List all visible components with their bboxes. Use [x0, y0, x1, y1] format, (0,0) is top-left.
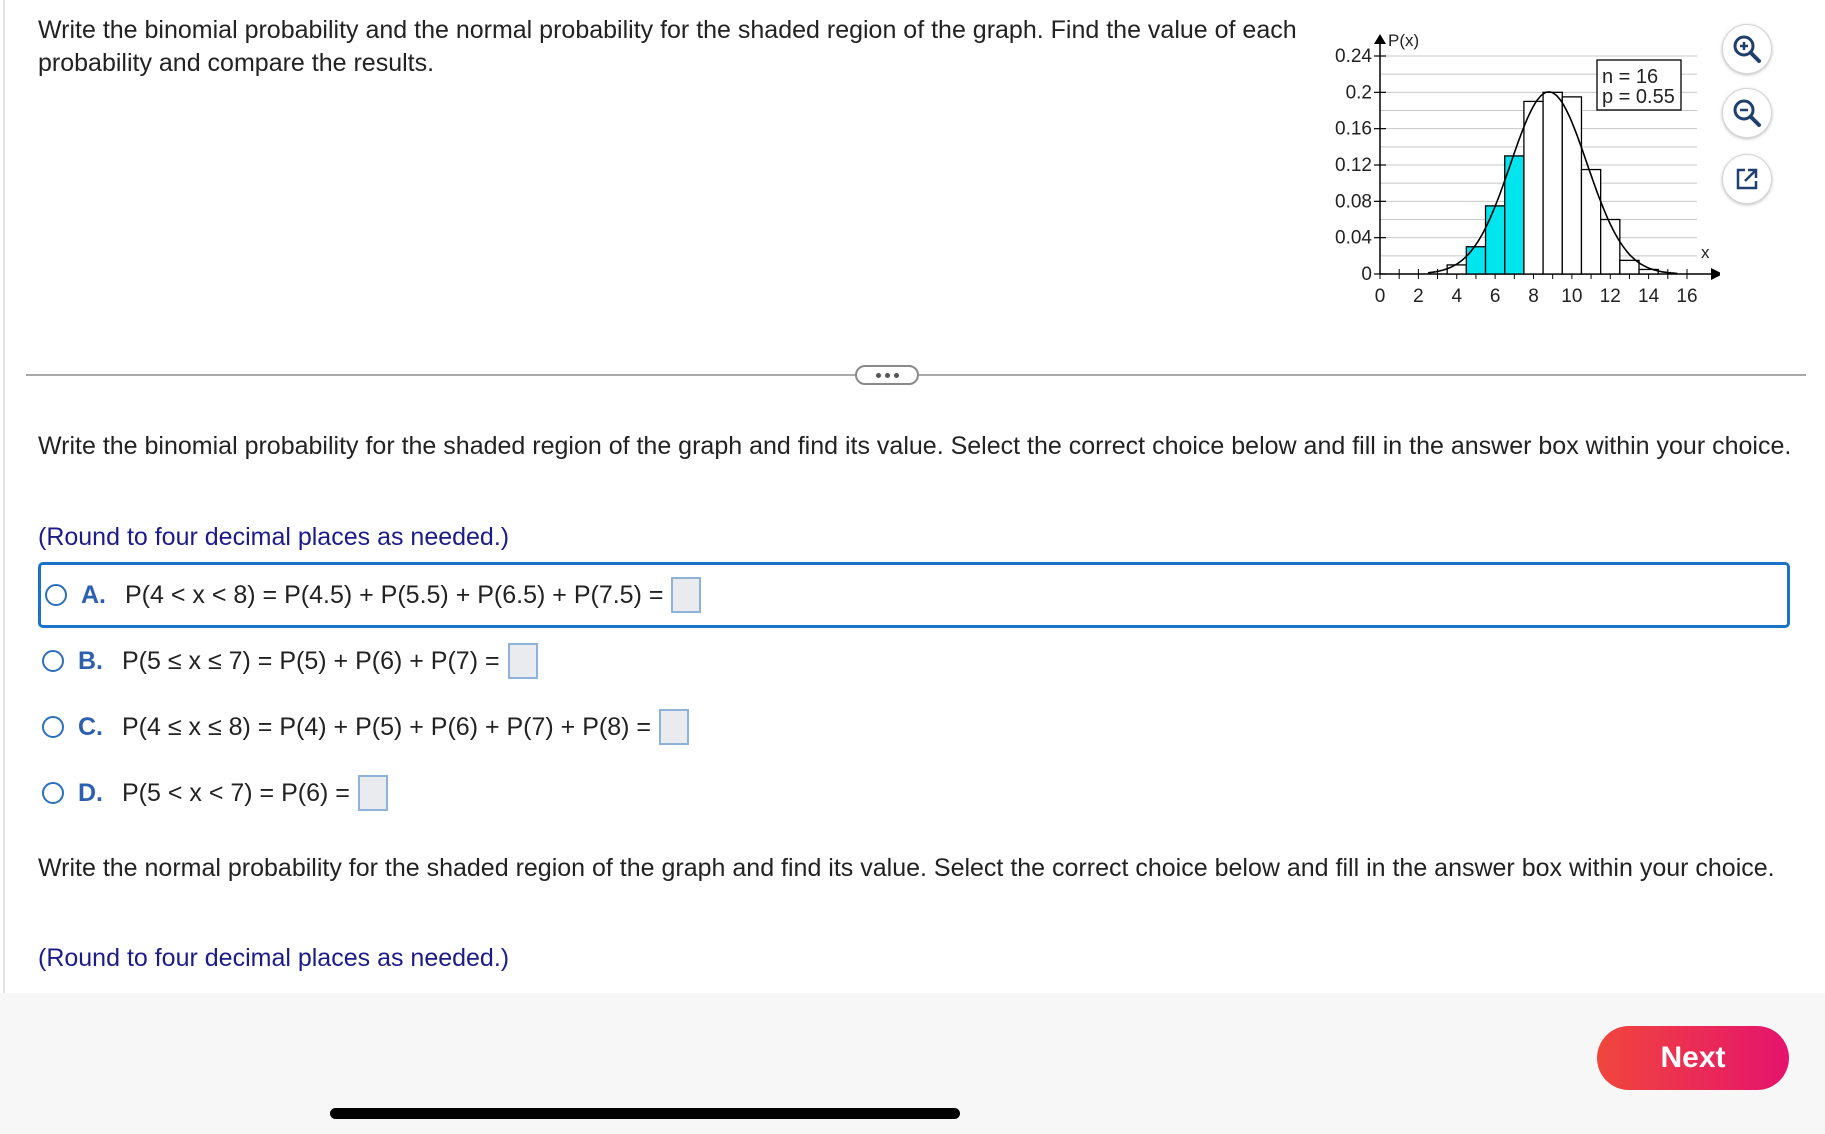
- bar-11: [1580, 168, 1602, 275]
- part2-round-note: (Round to four decimal places as needed.…: [38, 944, 510, 972]
- x-tick-label: 8: [1528, 286, 1539, 307]
- y-tick-label: 0.16: [1335, 119, 1372, 140]
- next-button[interactable]: Next: [1597, 1026, 1789, 1090]
- y-tick-label: 0.2: [1346, 82, 1372, 103]
- binomial-chart: P(x) 0.24 0.2 0.16 0.12 0.08 0.04 0 x 0 2 4 6 8 10 12 14…: [1335, 31, 1720, 307]
- zoom-out-icon: [1733, 99, 1761, 127]
- y-tick-label: 0: [1361, 264, 1372, 285]
- question-text: Write the binomial probability and the n…: [38, 16, 1297, 77]
- choice-a-letter: A.: [81, 580, 106, 609]
- x-tick-label: 0: [1375, 286, 1386, 307]
- dot: [893, 372, 899, 378]
- x-tick-label: 10: [1561, 286, 1582, 307]
- y-tick-label: 0.12: [1335, 155, 1372, 176]
- x-tick-label: 14: [1638, 286, 1660, 307]
- x-tick-label: 12: [1600, 286, 1621, 307]
- radio-c[interactable]: [42, 716, 64, 738]
- radio-a[interactable]: [45, 584, 67, 606]
- home-indicator: [330, 1108, 960, 1119]
- legend-n: n = 16: [1602, 66, 1658, 88]
- choice-b-letter: B.: [78, 646, 103, 675]
- bar-9: [1542, 91, 1563, 275]
- popout-icon: [1736, 168, 1758, 190]
- choice-c-answer-input[interactable]: [659, 709, 690, 745]
- part1-prompt: Write the binomial probability for the s…: [38, 432, 1792, 460]
- clipped-region: (Round to four decimal places as needed.…: [0, 940, 1825, 993]
- radio-b[interactable]: [42, 650, 64, 672]
- choice-d-formula: P(5 < x < 7) = P(6) =: [122, 778, 350, 807]
- x-tick-label: 2: [1413, 286, 1424, 307]
- legend-p: p = 0.55: [1602, 86, 1675, 108]
- y-axis-label: P(x): [1388, 31, 1419, 50]
- y-axis-arrow: [1374, 34, 1386, 44]
- choice-c-formula: P(4 ≤ x ≤ 8) = P(4) + P(5) + P(6) + P(7)…: [122, 712, 652, 741]
- choice-d-letter: D.: [78, 778, 103, 807]
- choice-b-formula: P(5 ≤ x ≤ 7) = P(5) + P(6) + P(7) =: [122, 646, 500, 675]
- x-tick-label: 16: [1676, 286, 1697, 307]
- x-tick-label: 6: [1490, 286, 1501, 307]
- bar-12: [1600, 218, 1621, 275]
- y-tick-label: 0.08: [1335, 191, 1372, 212]
- choice-a-formula: P(4 < x < 8) = P(4.5) + P(5.5) + P(6.5) …: [125, 580, 664, 609]
- choice-b-answer-input[interactable]: [507, 643, 538, 679]
- bar-6: [1484, 205, 1506, 275]
- choice-b[interactable]: B. P(5 ≤ x ≤ 7) = P(5) + P(6) + P(7) =: [38, 628, 1790, 694]
- dot: [884, 372, 890, 378]
- x-tick-label: 4: [1451, 286, 1462, 307]
- choice-a[interactable]: A. P(4 < x < 8) = P(4.5) + P(5.5) + P(6.…: [38, 562, 1790, 628]
- choice-a-answer-input[interactable]: [671, 577, 702, 613]
- expand-button[interactable]: [855, 365, 919, 385]
- x-axis-label: x: [1701, 243, 1710, 262]
- choice-c-letter: C.: [78, 712, 103, 741]
- content-area: Write the binomial probability and the n…: [0, 0, 1825, 993]
- left-edge-divider: [3, 0, 5, 993]
- bar-8: [1523, 100, 1544, 275]
- choice-c[interactable]: C. P(4 ≤ x ≤ 8) = P(4) + P(5) + P(6) + P…: [38, 694, 1790, 760]
- popout-button[interactable]: [1722, 154, 1772, 204]
- bar-4: [1446, 264, 1467, 275]
- choice-d[interactable]: D. P(5 < x < 7) = P(6) =: [38, 760, 1790, 826]
- y-tick-label: 0.04: [1335, 228, 1372, 249]
- zoom-in-button[interactable]: [1722, 24, 1772, 74]
- bar-13: [1619, 259, 1640, 275]
- dot: [875, 372, 881, 378]
- zoom-in-icon: [1733, 35, 1761, 63]
- bar-5: [1465, 246, 1487, 275]
- part1-round-note: (Round to four decimal places as needed.…: [38, 523, 510, 551]
- choice-d-answer-input[interactable]: [357, 775, 388, 811]
- zoom-out-button[interactable]: [1722, 88, 1772, 138]
- y-tick-label: 0.24: [1335, 46, 1372, 67]
- radio-d[interactable]: [42, 782, 64, 804]
- part2-prompt: Write the normal probability for the sha…: [38, 854, 1775, 882]
- x-axis-arrow: [1711, 268, 1720, 280]
